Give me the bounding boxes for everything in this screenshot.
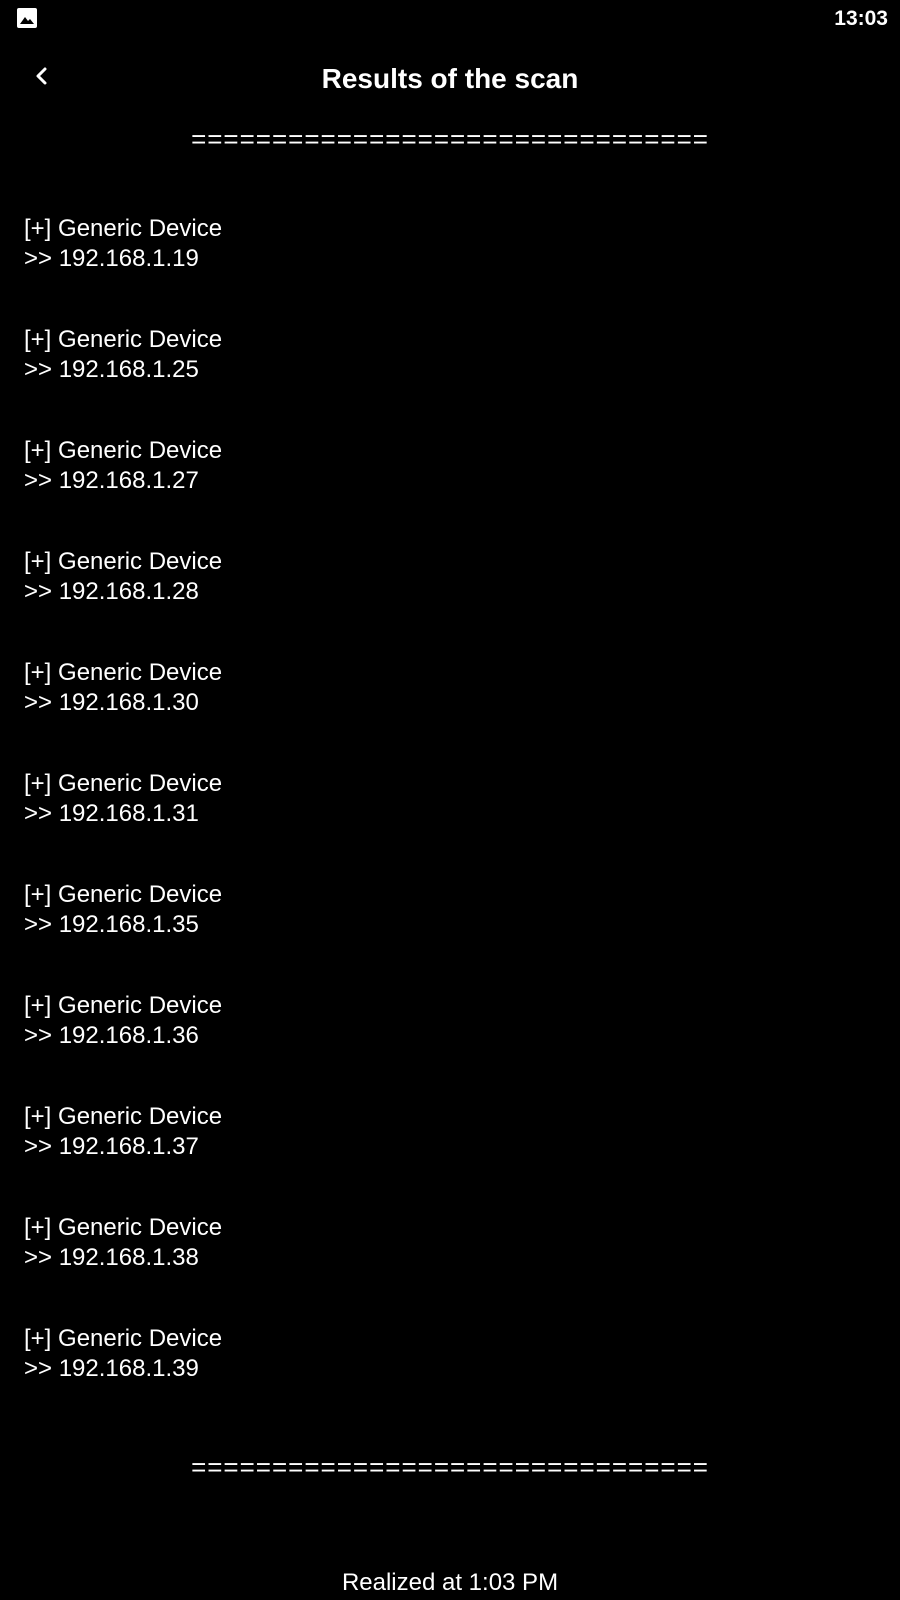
device-ip: >> 192.168.1.30	[24, 689, 199, 716]
device-ip: >> 192.168.1.36	[24, 1022, 199, 1049]
device-name: [+] Generic Device	[24, 1325, 223, 1352]
list-item: [+] Generic Device >> 192.168.1.38	[24, 1213, 874, 1324]
device-name: [+] Generic Device	[24, 770, 223, 797]
device-ip: >> 192.168.1.38	[24, 1244, 199, 1271]
back-button[interactable]	[18, 54, 66, 102]
list-item: [+] Generic Device >> 192.168.1.37	[24, 1102, 874, 1213]
list-item: [+] Generic Device >> 192.168.1.39	[24, 1324, 874, 1435]
device-ip: >> 192.168.1.25	[24, 356, 199, 383]
device-name: [+] Generic Device	[24, 548, 223, 575]
separator-bottom: ================================	[191, 1452, 709, 1482]
list-item: [+] Generic Device >> 192.168.1.19	[24, 214, 874, 325]
list-item: [+] Generic Device >> 192.168.1.36	[24, 991, 874, 1102]
device-ip: >> 192.168.1.19	[24, 245, 199, 272]
list-item: [+] Generic Device >> 192.168.1.27	[24, 436, 874, 547]
chevron-left-icon	[32, 66, 52, 91]
device-name: [+] Generic Device	[24, 215, 223, 242]
device-name: [+] Generic Device	[24, 992, 223, 1019]
gallery-image-icon	[16, 7, 38, 29]
device-ip: >> 192.168.1.35	[24, 911, 199, 938]
device-name: [+] Generic Device	[24, 1214, 223, 1241]
device-ip: >> 192.168.1.31	[24, 800, 199, 827]
device-ip: >> 192.168.1.28	[24, 578, 199, 605]
device-name: [+] Generic Device	[24, 659, 223, 686]
app-bar: Results of the scan	[0, 48, 900, 110]
list-item: [+] Generic Device >> 192.168.1.31	[24, 769, 874, 880]
separator-top: ================================	[191, 124, 709, 154]
status-time: 13:03	[834, 7, 888, 30]
device-ip: >> 192.168.1.39	[24, 1355, 199, 1382]
results-list: [+] Generic Device >> 192.168.1.19 [+] Gen…	[24, 214, 874, 1435]
device-name: [+] Generic Device	[24, 437, 223, 464]
page-title: Results of the scan	[321, 63, 579, 94]
device-name: [+] Generic Device	[24, 326, 223, 353]
device-name: [+] Generic Device	[24, 1103, 223, 1130]
list-item: [+] Generic Device >> 192.168.1.35	[24, 880, 874, 991]
device-name: [+] Generic Device	[24, 881, 223, 908]
list-item: [+] Generic Device >> 192.168.1.25	[24, 325, 874, 436]
realized-time-text: Realized at 1:03 PM	[341, 1569, 559, 1596]
list-item: [+] Generic Device >> 192.168.1.30	[24, 658, 874, 769]
list-item: [+] Generic Device >> 192.168.1.28	[24, 547, 874, 658]
status-bar: 13:03	[0, 0, 900, 38]
device-ip: >> 192.168.1.27	[24, 467, 199, 494]
device-ip: >> 192.168.1.37	[24, 1133, 199, 1160]
